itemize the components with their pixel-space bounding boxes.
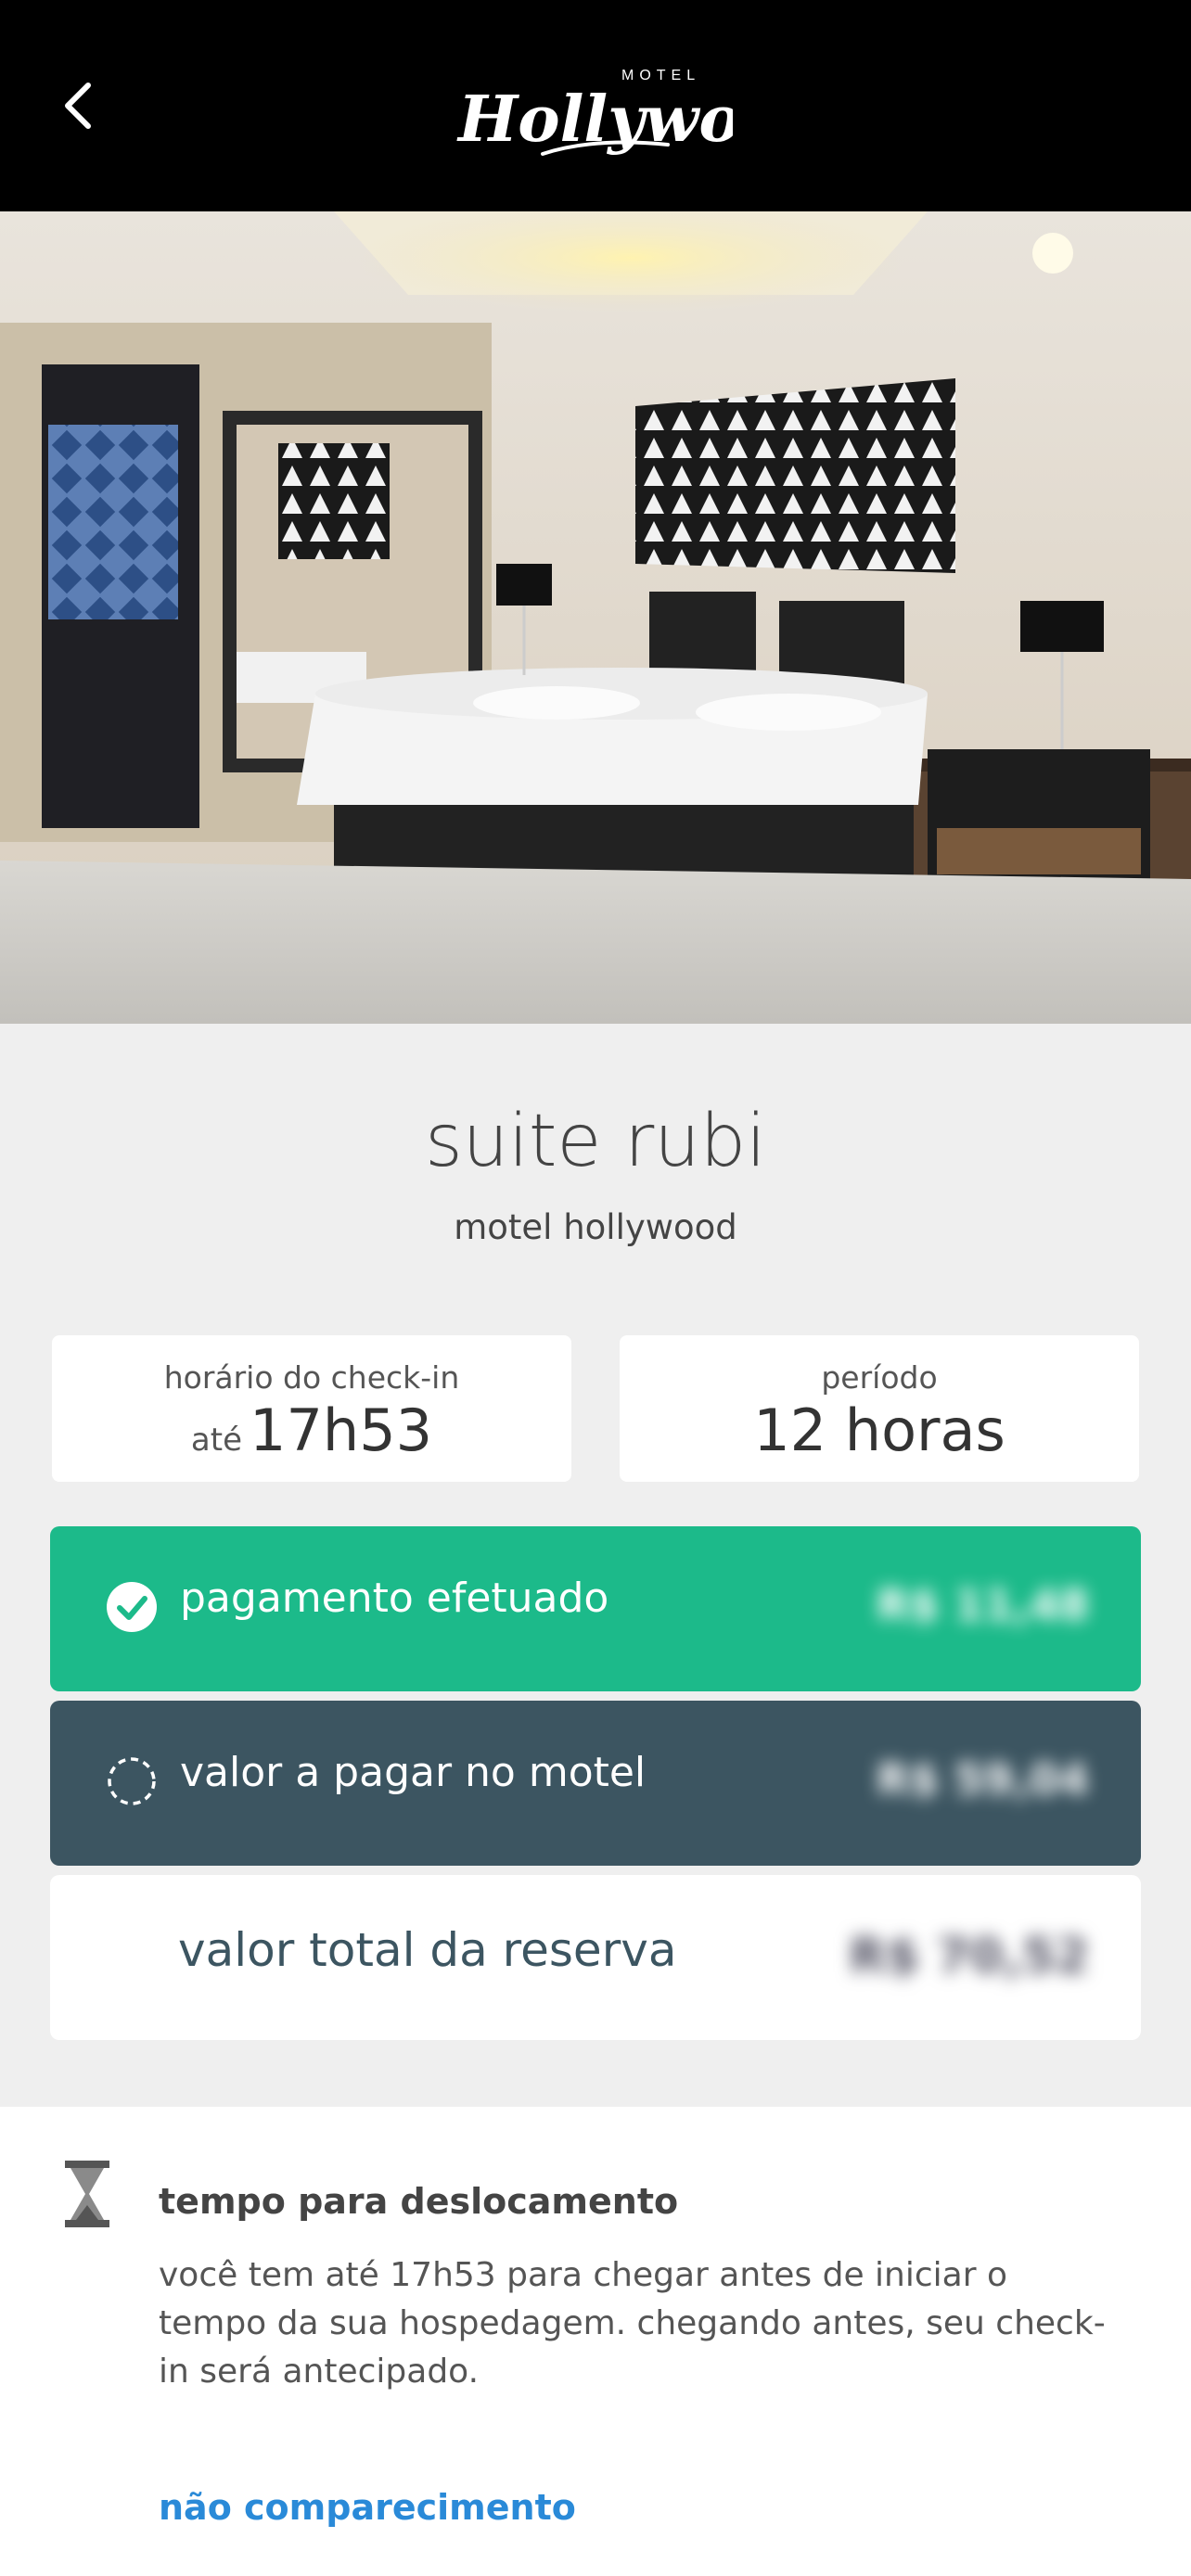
checkin-label: horário do check-in	[163, 1359, 460, 1396]
period-label: período	[821, 1359, 938, 1396]
travel-time-notice: tempo para deslocamento você tem até 17h…	[0, 2107, 1191, 2576]
booking-total-label: valor total da reserva	[178, 1923, 677, 1977]
payment-made-amount: R$ 11,48	[877, 1580, 1089, 1630]
hourglass-icon	[65, 2161, 109, 2227]
motel-name: motel hollywood	[454, 1207, 737, 1247]
suite-title: suite rubi	[425, 1100, 766, 1183]
checkin-card: horário do check-in até 17h53	[52, 1335, 571, 1482]
back-button[interactable]	[52, 72, 104, 139]
check-circle-icon	[107, 1582, 157, 1632]
payment-made-label: pagamento efetuado	[180, 1575, 609, 1622]
booking-total-row: valor total da reserva R$ 70,52	[50, 1875, 1141, 2040]
chevron-left-icon	[65, 83, 91, 129]
amount-due-row: valor a pagar no motel R$ 59,04	[50, 1701, 1141, 1866]
amount-due-label: valor a pagar no motel	[180, 1749, 647, 1796]
suite-photo	[0, 211, 1191, 1024]
amount-due-value: R$ 59,04	[877, 1754, 1089, 1804]
period-value: 12 horas	[753, 1396, 1005, 1464]
logo-small-text: MOTEL	[621, 68, 700, 83]
dashed-circle-icon	[108, 1757, 156, 1805]
no-show-link[interactable]: não comparecimento	[159, 2487, 576, 2528]
booking-info-section: suite rubi motel hollywood horário do ch…	[0, 1024, 1191, 2107]
notice-title: tempo para deslocamento	[159, 2181, 679, 2222]
checkin-time: 17h53	[250, 1396, 433, 1464]
checkin-value: até 17h53	[52, 1396, 571, 1464]
booking-total-value: R$ 70,52	[849, 1929, 1089, 1984]
notice-body: você tem até 17h53 para chegar antes de …	[159, 2256, 1106, 2391]
period-card: período 12 horas	[620, 1335, 1139, 1482]
top-bar: MOTEL Hollywood	[0, 0, 1191, 211]
logo-main-text: Hollywood	[456, 83, 733, 157]
motel-hollywood-logo: MOTEL Hollywood	[455, 41, 827, 171]
payment-made-row: pagamento efetuado R$ 11,48	[50, 1526, 1141, 1691]
checkin-prefix: até	[190, 1422, 242, 1459]
